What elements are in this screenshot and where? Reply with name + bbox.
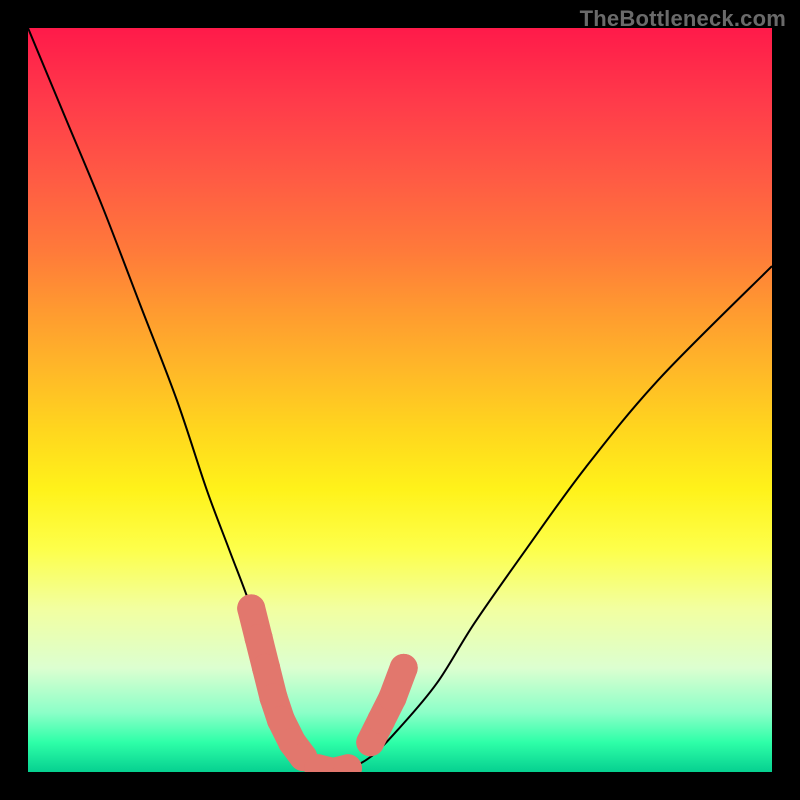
plot-area bbox=[28, 28, 772, 772]
marker-right bbox=[390, 654, 418, 682]
chart-frame: TheBottleneck.com bbox=[0, 0, 800, 800]
watermark-text: TheBottleneck.com bbox=[580, 6, 786, 32]
bottleneck-curve-svg bbox=[28, 28, 772, 772]
